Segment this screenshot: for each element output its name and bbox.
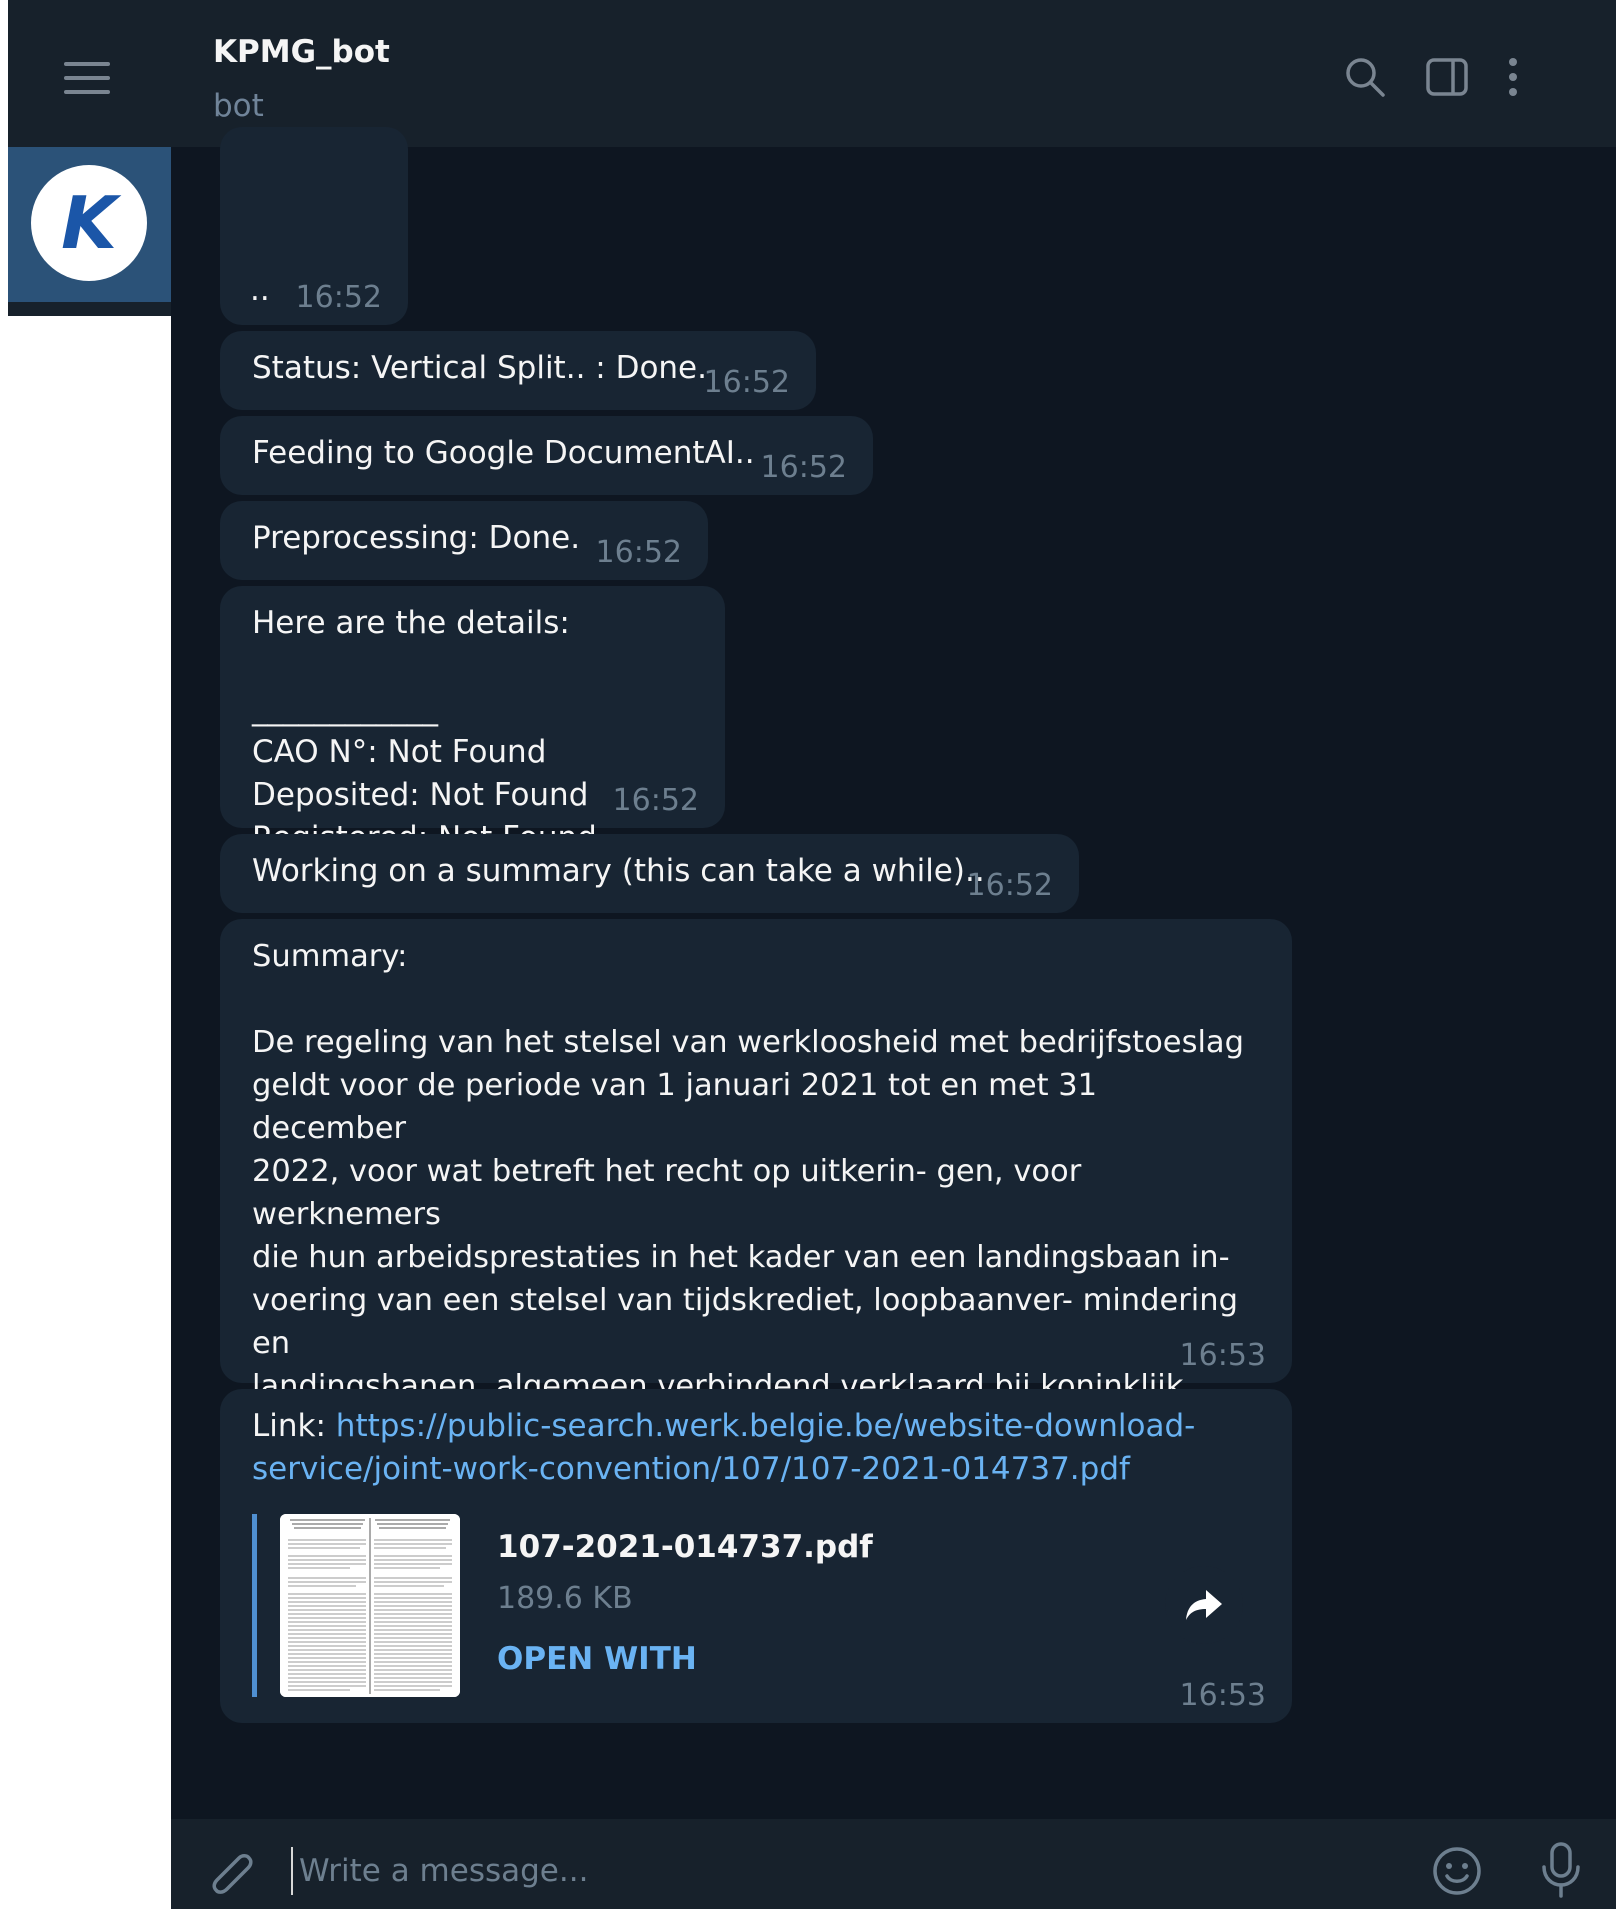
open-with-button[interactable]: OPEN WITH [497,1638,697,1681]
message-composer [171,1819,1616,1909]
chat-list-sidebar: K [8,12,171,1909]
message-bubble[interactable]: Working on a summary (this can take a wh… [220,834,1079,913]
hamburger-icon[interactable] [64,62,112,98]
link-prefix: Link: [252,1408,336,1444]
file-name[interactable]: 107-2021-014737.pdf [497,1526,873,1569]
message-time: 16:53 [1179,1678,1266,1713]
message-bubble[interactable]: Summary: De regeling van het stelsel van… [220,919,1292,1490]
sidebar-divider [8,302,171,316]
more-vertical-icon[interactable] [1503,55,1523,103]
pdf-thumbnail[interactable] [280,1514,460,1697]
message-time: 16:52 [966,868,1053,903]
chat-subtitle: bot [213,88,264,124]
message-time: 16:52 [612,783,699,818]
message-bubble[interactable]: Here are the details: ____________ CAO N… [220,586,725,856]
message-time: 16:53 [1179,1338,1266,1373]
message-time: 16:52 [760,450,847,485]
message-bubble[interactable]: Feeding to Google DocumentAI.. 16:52 [220,416,873,495]
message-time: 16:52 [703,365,790,400]
message-input[interactable] [291,1847,1341,1895]
message-text: Feeding to Google DocumentAI.. [252,435,755,471]
telegram-window: K KPMG_bot bot ·· 16:52 Status: Vertical… [8,0,1616,1909]
avatar: K [31,165,147,281]
paperclip-icon[interactable] [207,1847,259,1903]
sidebar-header [8,12,171,147]
chat-title[interactable]: KPMG_bot [213,34,390,70]
chat-list-item-kpmg-bot[interactable]: K [8,147,171,302]
message-bubble[interactable]: ·· 16:52 [220,127,408,325]
file-size: 189.6 KB [497,1581,633,1616]
message-bubble[interactable]: Status: Vertical Split.. : Done. 16:52 [220,331,816,410]
sidebar-panel-icon[interactable] [1425,55,1469,103]
message-time: 16:52 [295,280,382,315]
message-bubble-with-file[interactable]: Link: https://public-search.werk.belgie.… [220,1389,1292,1723]
smile-icon[interactable] [1431,1845,1483,1901]
message-text: Link: https://public-search.werk.belgie.… [252,1405,1260,1491]
avatar-letter: K [61,181,117,265]
message-history[interactable]: ·· 16:52 Status: Vertical Split.. : Done… [171,127,1616,1819]
document-link[interactable]: https://public-search.werk.belgie.be/web… [252,1408,1195,1487]
message-bubble[interactable]: Preprocessing: Done. 16:52 [220,501,708,580]
message-text: Working on a summary (this can take a wh… [252,853,985,889]
forward-arrow-icon[interactable] [1165,1566,1243,1644]
file-attachment[interactable]: 107-2021-014737.pdf 189.6 KB OPEN WITH [252,1514,873,1697]
search-icon[interactable] [1343,55,1387,103]
microphone-icon[interactable] [1539,1841,1583,1903]
message-text: ·· [250,281,270,317]
message-time: 16:52 [595,535,682,570]
